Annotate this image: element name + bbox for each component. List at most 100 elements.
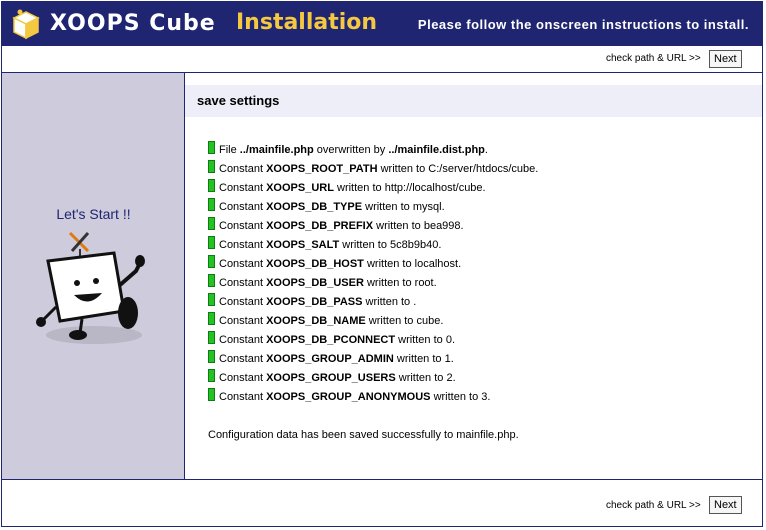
log-mid: overwritten by — [313, 144, 389, 156]
status-ok-icon — [208, 274, 215, 287]
log-prefix: Constant — [219, 334, 267, 346]
bottom-navigation: check path & URL >> Next — [2, 479, 762, 526]
status-ok-icon — [208, 236, 215, 249]
next-step-label-bottom: check path & URL >> — [606, 500, 701, 511]
log-prefix: Constant — [219, 391, 267, 403]
log-mid: written to — [377, 163, 429, 175]
log-line: Constant XOOPS_GROUP_ADMIN written to 1. — [208, 350, 538, 369]
status-ok-icon — [208, 141, 215, 154]
log-suffix: . — [484, 144, 488, 156]
header-tagline: Please follow the onscreen instructions … — [417, 17, 749, 32]
log-key: XOOPS_DB_HOST — [266, 258, 364, 270]
log-mid: written to — [373, 220, 424, 232]
log-key: XOOPS_DB_USER — [266, 277, 364, 289]
section-title: save settings — [185, 85, 762, 117]
log-key: XOOPS_GROUP_ADMIN — [266, 353, 394, 365]
log-line: File ../mainfile.php overwritten by ../m… — [208, 141, 538, 160]
log-prefix: Constant — [219, 315, 267, 327]
page-title: Installation — [236, 10, 378, 35]
next-button-top[interactable]: Next — [709, 50, 742, 68]
status-ok-icon — [208, 255, 215, 268]
log-mid: written to — [365, 315, 417, 327]
installer-window: XOOPS Cube Installation Please follow th… — [1, 1, 763, 527]
lets-start-heading: Let's Start !! — [56, 206, 131, 222]
log-value: http://localhost/cube — [384, 182, 483, 194]
top-navigation: check path & URL >> Next — [2, 46, 762, 73]
header-bar: XOOPS Cube Installation Please follow th… — [2, 2, 762, 46]
log-key: XOOPS_GROUP_ANONYMOUS — [266, 391, 431, 403]
log-suffix: . — [487, 391, 491, 403]
settings-log: File ../mainfile.php overwritten by ../m… — [208, 141, 538, 407]
log-prefix: File — [219, 144, 240, 156]
log-suffix: . — [441, 201, 445, 213]
log-line: Constant XOOPS_GROUP_USERS written to 2. — [208, 369, 538, 388]
log-suffix: . — [458, 258, 462, 270]
log-key: XOOPS_SALT — [266, 239, 340, 251]
log-prefix: Constant — [219, 220, 267, 232]
log-mid: written to — [362, 296, 414, 308]
log-prefix: Constant — [219, 372, 267, 384]
log-key: XOOPS_DB_NAME — [266, 315, 366, 327]
log-value: mysql — [412, 201, 442, 213]
log-line: Constant XOOPS_SALT written to 5c8b9b40. — [208, 236, 538, 255]
sidebar: Let's Start !! — [2, 73, 185, 479]
status-ok-icon — [208, 160, 215, 173]
log-mid: written to — [363, 258, 415, 270]
log-prefix: Constant — [219, 201, 267, 213]
log-key: XOOPS_GROUP_USERS — [266, 372, 396, 384]
status-ok-icon — [208, 369, 215, 382]
log-prefix: Constant — [219, 353, 267, 365]
log-mid: written to — [430, 391, 482, 403]
log-value: 5c8b9b40 — [390, 239, 439, 251]
result-message: Configuration data has been saved succes… — [208, 429, 519, 441]
log-line: Constant XOOPS_DB_USER written to root. — [208, 274, 538, 293]
log-mid: written to — [395, 372, 447, 384]
log-line: Constant XOOPS_DB_PCONNECT written to 0. — [208, 331, 538, 350]
log-line: Constant XOOPS_GROUP_ANONYMOUS written t… — [208, 388, 538, 407]
log-key: XOOPS_DB_PREFIX — [266, 220, 374, 232]
log-suffix: . — [450, 353, 454, 365]
log-prefix: Constant — [219, 277, 267, 289]
log-mid: written to — [333, 182, 385, 194]
log-prefix: Constant — [219, 296, 267, 308]
log-line: Constant XOOPS_ROOT_PATH written to C:/s… — [208, 160, 538, 179]
log-key: XOOPS_DB_PCONNECT — [266, 334, 396, 346]
main-content: save settings File ../mainfile.php overw… — [185, 73, 762, 479]
log-line: Constant XOOPS_DB_HOST written to localh… — [208, 255, 538, 274]
log-suffix: . — [460, 220, 464, 232]
status-ok-icon — [208, 312, 215, 325]
log-line: Constant XOOPS_URL written to http://loc… — [208, 179, 538, 198]
log-value: cube — [416, 315, 441, 327]
log-value: localhost — [414, 258, 459, 270]
log-suffix: . — [413, 296, 417, 308]
log-key: XOOPS_DB_TYPE — [266, 201, 363, 213]
cube-logo-icon — [12, 9, 40, 40]
log-prefix: Constant — [219, 163, 267, 175]
next-button-bottom[interactable]: Next — [709, 496, 742, 514]
log-prefix: Constant — [219, 239, 267, 251]
log-suffix: . — [440, 315, 444, 327]
status-ok-icon — [208, 331, 215, 344]
brand-name: XOOPS Cube — [50, 11, 216, 36]
log-line: Constant XOOPS_DB_NAME written to cube. — [208, 312, 538, 331]
status-ok-icon — [208, 293, 215, 306]
status-ok-icon — [208, 179, 215, 192]
log-suffix: . — [535, 163, 539, 175]
log-prefix: Constant — [219, 182, 267, 194]
log-key: XOOPS_ROOT_PATH — [266, 163, 378, 175]
log-key: ../mainfile.php — [239, 144, 314, 156]
log-mid: written to — [393, 353, 445, 365]
log-value: bea998 — [423, 220, 461, 232]
status-ok-icon — [208, 350, 215, 363]
log-mid: written to — [395, 334, 446, 346]
log-suffix: . — [452, 372, 456, 384]
status-ok-icon — [208, 217, 215, 230]
status-ok-icon — [208, 388, 215, 401]
log-value: root — [414, 277, 434, 289]
log-value: C:/server/htdocs/cube — [428, 163, 536, 175]
log-suffix: . — [433, 277, 437, 289]
status-ok-icon — [208, 198, 215, 211]
log-mid: written to — [339, 239, 390, 251]
log-line: Constant XOOPS_DB_TYPE written to mysql. — [208, 198, 538, 217]
log-line: Constant XOOPS_DB_PASS written to . — [208, 293, 538, 312]
